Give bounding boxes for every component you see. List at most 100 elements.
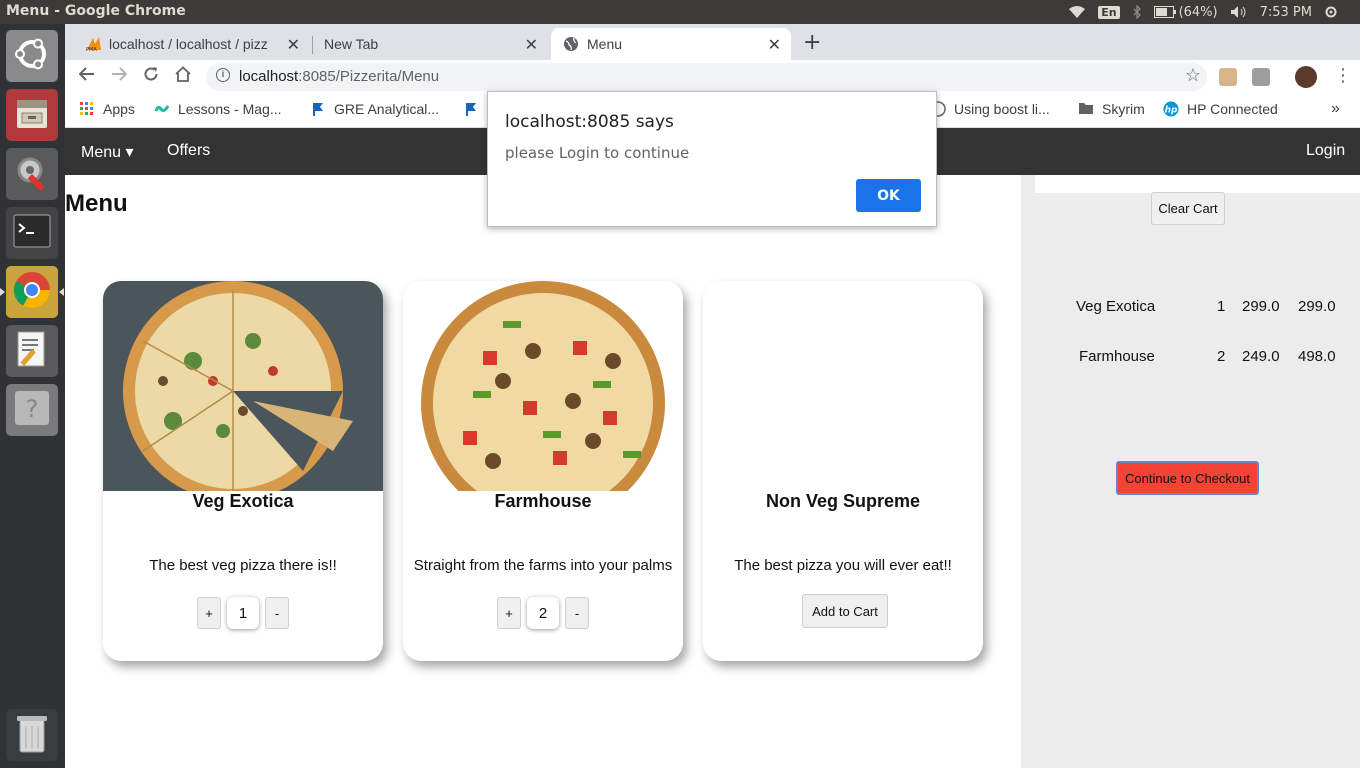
os-top-bar: Menu - Google Chrome En (64%) 7:53 PM xyxy=(0,0,1360,24)
card-description: Straight from the farms into your palms xyxy=(413,557,673,574)
system-tray: En (64%) 7:53 PM xyxy=(1068,0,1360,24)
close-icon[interactable]: ✕ xyxy=(768,35,781,55)
alert-dialog: localhost:8085 says please Login to cont… xyxy=(487,91,937,227)
quantity-value[interactable]: 1 xyxy=(227,597,259,629)
bookmark-star-icon[interactable]: ☆ xyxy=(1185,65,1201,86)
alert-title: localhost:8085 says xyxy=(505,112,674,132)
bookmark-skyrim[interactable]: Skyrim xyxy=(1078,101,1145,117)
chrome-launcher[interactable] xyxy=(0,266,64,318)
forward-arrow-icon[interactable] xyxy=(111,66,128,87)
bookmark-flag[interactable] xyxy=(463,101,479,117)
magoosh-icon xyxy=(154,101,170,117)
power-gear-icon[interactable] xyxy=(1324,5,1338,19)
pizza-image xyxy=(103,281,383,491)
bookmark-label: Apps xyxy=(103,101,135,117)
keyboard-layout-indicator[interactable]: En xyxy=(1098,5,1120,19)
flag-icon xyxy=(463,101,479,117)
increment-button[interactable]: + xyxy=(197,597,221,629)
menu-card-farmhouse: Farmhouse Straight from the farms into y… xyxy=(403,281,683,661)
clock[interactable]: 7:53 PM xyxy=(1260,5,1312,20)
tab-separator xyxy=(312,36,313,54)
nav-menu-dropdown[interactable]: Menu ▾ xyxy=(81,142,134,162)
bookmark-hp[interactable]: hp HP Connected xyxy=(1163,101,1278,117)
window-title: Menu - Google Chrome xyxy=(6,3,186,19)
bookmarks-overflow-chevron-icon[interactable]: » xyxy=(1331,100,1340,118)
settings-wrench-icon xyxy=(12,152,52,196)
quantity-stepper: + 2 - xyxy=(403,597,683,629)
close-icon[interactable]: ✕ xyxy=(287,35,300,55)
apps-grid-icon xyxy=(79,101,95,117)
wifi-icon[interactable] xyxy=(1068,5,1086,19)
extension-icon[interactable] xyxy=(1252,68,1270,86)
cart-item-total: 498.0 xyxy=(1298,348,1336,365)
tab-label: Menu xyxy=(587,36,623,52)
battery-icon xyxy=(1153,6,1176,18)
page-title: Menu xyxy=(65,190,128,217)
tab-phpmyadmin[interactable]: PMA localhost / localhost / pizz ✕ xyxy=(77,28,310,60)
tab-label: New Tab xyxy=(324,36,379,52)
more-vertical-icon[interactable]: ⋮ xyxy=(1334,65,1352,86)
trash-icon xyxy=(14,712,50,758)
svg-text:PMA: PMA xyxy=(86,47,97,52)
new-tab-plus-icon[interactable]: + xyxy=(803,30,821,55)
bookmark-label: HP Connected xyxy=(1187,101,1278,117)
phpmyadmin-icon: PMA xyxy=(85,36,103,55)
menu-card-veg-exotica: Veg Exotica The best veg pizza there is!… xyxy=(103,281,383,661)
ubuntu-launcher: ? xyxy=(0,24,65,768)
cart-item-price: 249.0 xyxy=(1242,348,1280,365)
cart-panel: Clear Cart Veg Exotica 1 299.0 299.0 Far… xyxy=(1021,175,1360,768)
terminal-launcher[interactable] xyxy=(6,207,58,259)
battery-indicator[interactable]: (64%) xyxy=(1153,4,1218,20)
terminal-icon xyxy=(13,214,51,252)
close-icon[interactable]: ✕ xyxy=(525,35,538,55)
decrement-button[interactable]: - xyxy=(565,597,589,629)
svg-text:?: ? xyxy=(26,395,39,423)
bookmark-apps[interactable]: Apps xyxy=(79,101,135,117)
add-to-cart-button[interactable]: Add to Cart xyxy=(802,594,888,628)
bookmark-label: Lessons - Mag... xyxy=(178,101,282,117)
help-launcher[interactable]: ? xyxy=(6,384,58,436)
increment-button[interactable]: + xyxy=(497,597,521,629)
tab-menu[interactable]: Menu ✕ xyxy=(551,28,791,60)
quantity-value[interactable]: 2 xyxy=(527,597,559,629)
bluetooth-icon[interactable] xyxy=(1132,5,1142,19)
cart-item-qty: 2 xyxy=(1217,348,1226,365)
files-launcher[interactable] xyxy=(6,89,58,141)
nav-offers-link[interactable]: Offers xyxy=(167,142,210,160)
extension-icon[interactable] xyxy=(1219,68,1237,86)
bookmark-gre[interactable]: GRE Analytical... xyxy=(310,101,439,117)
ok-button[interactable]: OK xyxy=(856,179,921,212)
trash-launcher[interactable] xyxy=(6,709,58,761)
bookmark-lessons[interactable]: Lessons - Mag... xyxy=(154,101,282,117)
browser-toolbar: i localhost:8085/Pizzerita/Menu ☆ ⋮ xyxy=(65,60,1360,94)
url-text: localhost:8085/Pizzerita/Menu xyxy=(239,68,439,85)
tab-new-tab[interactable]: New Tab ✕ xyxy=(314,28,548,60)
card-description: The best veg pizza there is!! xyxy=(149,557,337,574)
settings-launcher[interactable] xyxy=(6,148,58,200)
volume-icon[interactable] xyxy=(1230,5,1248,19)
url-host: localhost xyxy=(239,68,299,85)
menu-card-non-veg-supreme: Non Veg Supreme The best pizza you will … xyxy=(703,281,983,661)
url-path: :8085/Pizzerita/Menu xyxy=(298,68,440,85)
continue-to-checkout-button[interactable]: Continue to Checkout xyxy=(1116,461,1259,495)
flag-icon xyxy=(310,101,326,117)
ubuntu-logo-icon xyxy=(14,36,50,76)
address-bar[interactable]: i localhost:8085/Pizzerita/Menu ☆ xyxy=(206,63,1207,91)
nav-login-link[interactable]: Login xyxy=(1306,142,1345,160)
bookmark-label: GRE Analytical... xyxy=(334,101,440,117)
profile-avatar[interactable] xyxy=(1295,66,1317,88)
reload-icon[interactable] xyxy=(143,66,159,87)
hp-icon: hp xyxy=(1163,101,1179,117)
back-arrow-icon[interactable] xyxy=(78,66,95,87)
site-info-icon[interactable]: i xyxy=(216,68,230,82)
text-editor-launcher[interactable] xyxy=(6,325,58,377)
bookmark-boost[interactable]: Using boost li... xyxy=(930,101,1050,117)
battery-percent: (64%) xyxy=(1178,4,1218,20)
card-title: Farmhouse xyxy=(494,491,592,511)
card-title: Non Veg Supreme xyxy=(765,491,921,511)
cart-item-name: Farmhouse xyxy=(1079,348,1155,365)
decrement-button[interactable]: - xyxy=(265,597,289,629)
clear-cart-button[interactable]: Clear Cart xyxy=(1151,192,1225,225)
home-icon[interactable] xyxy=(174,66,192,87)
ubuntu-dash-button[interactable] xyxy=(6,30,58,82)
